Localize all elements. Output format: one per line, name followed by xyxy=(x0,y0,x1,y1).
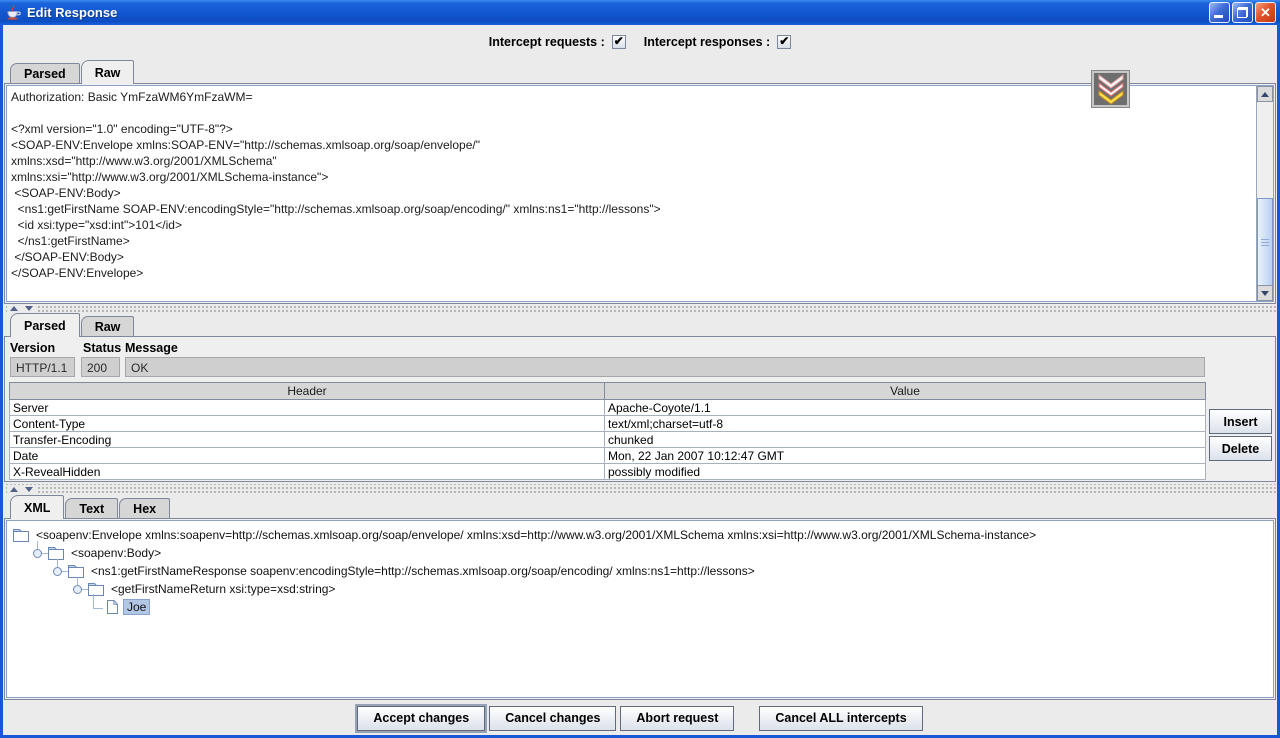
close-icon[interactable] xyxy=(1255,2,1276,23)
tab-response-raw[interactable]: Raw xyxy=(81,316,135,337)
intercept-options-row: Intercept requests : Intercept responses… xyxy=(3,25,1277,59)
message-field[interactable]: OK xyxy=(125,357,1205,377)
cancel-all-intercepts-button[interactable]: Cancel ALL intercepts xyxy=(759,706,922,731)
intercept-responses-checkbox[interactable] xyxy=(777,35,791,49)
split-collapse-up-icon[interactable] xyxy=(10,487,18,492)
tree-expand-handle-icon[interactable] xyxy=(53,567,62,576)
version-field[interactable]: HTTP/1.1 xyxy=(10,357,75,377)
table-row[interactable]: Date Mon, 22 Jan 2007 10:12:47 GMT xyxy=(10,448,1206,464)
message-label: Message xyxy=(125,341,178,355)
tree-node-body[interactable]: <soapenv:Body> xyxy=(7,544,1273,562)
intercept-requests-label: Intercept requests : xyxy=(489,35,605,49)
value-cell[interactable]: chunked xyxy=(605,432,1206,448)
split-collapse-down-icon[interactable] xyxy=(25,487,33,492)
folder-icon xyxy=(13,529,29,542)
version-label: Version xyxy=(10,341,55,355)
split-collapse-down-icon[interactable] xyxy=(25,306,33,311)
raw-request-textarea[interactable]: Authorization: Basic YmFzaWM6YmFzaWM= <?… xyxy=(6,85,1274,302)
xml-tree: <soapenv:Envelope xmlns:soapenv=http://s… xyxy=(6,520,1274,698)
tree-elbow-line xyxy=(93,594,103,609)
tree-node-value[interactable]: Joe xyxy=(7,598,1273,616)
intercept-requests-checkbox[interactable] xyxy=(612,35,626,49)
document-icon xyxy=(107,600,118,614)
split-divider-top[interactable] xyxy=(4,303,1276,313)
request-scrollbar[interactable] xyxy=(1256,86,1273,301)
status-field[interactable]: 200 xyxy=(81,357,120,377)
status-label: Status xyxy=(83,341,121,355)
tab-content-hex[interactable]: Hex xyxy=(119,498,170,519)
tab-content-xml[interactable]: XML xyxy=(10,495,64,519)
tab-response-parsed[interactable]: Parsed xyxy=(10,313,80,337)
tree-node-envelope[interactable]: <soapenv:Envelope xmlns:soapenv=http://s… xyxy=(7,526,1273,544)
tree-node-getfirstnameresponse[interactable]: <ns1:getFirstNameResponse soapenv:encodi… xyxy=(7,562,1273,580)
scroll-up-icon[interactable] xyxy=(1257,86,1273,102)
tree-selected-value[interactable]: Joe xyxy=(123,599,150,615)
table-row[interactable]: Transfer-Encoding chunked xyxy=(10,432,1206,448)
footer-button-bar: Accept changes Cancel changes Abort requ… xyxy=(3,703,1277,733)
headers-table: Header Value Server Apache-Coyote/1.1 Co… xyxy=(9,382,1206,480)
split-collapse-up-icon[interactable] xyxy=(10,306,18,311)
window-title: Edit Response xyxy=(27,5,1209,20)
tree-expand-handle-icon[interactable] xyxy=(33,549,42,558)
header-cell[interactable]: X-RevealHidden xyxy=(10,464,605,480)
restore-icon[interactable] xyxy=(1232,2,1253,23)
accept-changes-button[interactable]: Accept changes xyxy=(357,706,485,731)
value-cell[interactable]: Apache-Coyote/1.1 xyxy=(605,400,1206,416)
content-panel: XML Text Hex <soapenv:Envelope xmlns:soa… xyxy=(4,495,1276,700)
tab-request-raw[interactable]: Raw xyxy=(81,60,135,84)
cancel-changes-button[interactable]: Cancel changes xyxy=(489,706,616,731)
raw-request-text[interactable]: Authorization: Basic YmFzaWM6YmFzaWM= <?… xyxy=(7,86,1273,284)
header-cell[interactable]: Transfer-Encoding xyxy=(10,432,605,448)
table-row[interactable]: Server Apache-Coyote/1.1 xyxy=(10,400,1206,416)
table-row[interactable]: Content-Type text/xml;charset=utf-8 xyxy=(10,416,1206,432)
delete-button[interactable]: Delete xyxy=(1209,436,1272,461)
scroll-down-icon[interactable] xyxy=(1257,285,1273,301)
header-cell[interactable]: Content-Type xyxy=(10,416,605,432)
folder-icon xyxy=(48,547,64,560)
request-panel: Parsed Raw Authorization: Basic YmFzaWM6… xyxy=(4,60,1276,304)
triple-chevron-down-icon[interactable] xyxy=(1091,70,1130,108)
titlebar[interactable]: Edit Response xyxy=(0,0,1280,25)
edit-response-window: Intercept requests : Intercept responses… xyxy=(0,25,1280,738)
tab-content-text[interactable]: Text xyxy=(65,498,118,519)
minimize-icon[interactable] xyxy=(1209,2,1230,23)
header-cell[interactable]: Date xyxy=(10,448,605,464)
insert-button[interactable]: Insert xyxy=(1209,409,1272,434)
value-cell[interactable]: Mon, 22 Jan 2007 10:12:47 GMT xyxy=(605,448,1206,464)
headers-table-col-header[interactable]: Header xyxy=(10,383,605,400)
split-divider-bottom[interactable] xyxy=(4,484,1276,494)
tab-request-parsed[interactable]: Parsed xyxy=(10,63,80,84)
header-cell[interactable]: Server xyxy=(10,400,605,416)
folder-icon xyxy=(68,565,84,578)
response-panel: Parsed Raw Version Status Message HTTP/1… xyxy=(4,313,1276,482)
tree-node-getfirstnamereturn[interactable]: <getFirstNameReturn xsi:type=xsd:string> xyxy=(7,580,1273,598)
value-cell[interactable]: text/xml;charset=utf-8 xyxy=(605,416,1206,432)
scrollbar-thumb[interactable] xyxy=(1257,198,1273,288)
table-row[interactable]: X-RevealHidden possibly modified xyxy=(10,464,1206,480)
intercept-responses-label: Intercept responses : xyxy=(644,35,770,49)
tree-expand-handle-icon[interactable] xyxy=(73,585,82,594)
headers-table-col-value[interactable]: Value xyxy=(605,383,1206,400)
java-cup-icon xyxy=(5,4,22,21)
value-cell[interactable]: possibly modified xyxy=(605,464,1206,480)
abort-request-button[interactable]: Abort request xyxy=(620,706,734,731)
